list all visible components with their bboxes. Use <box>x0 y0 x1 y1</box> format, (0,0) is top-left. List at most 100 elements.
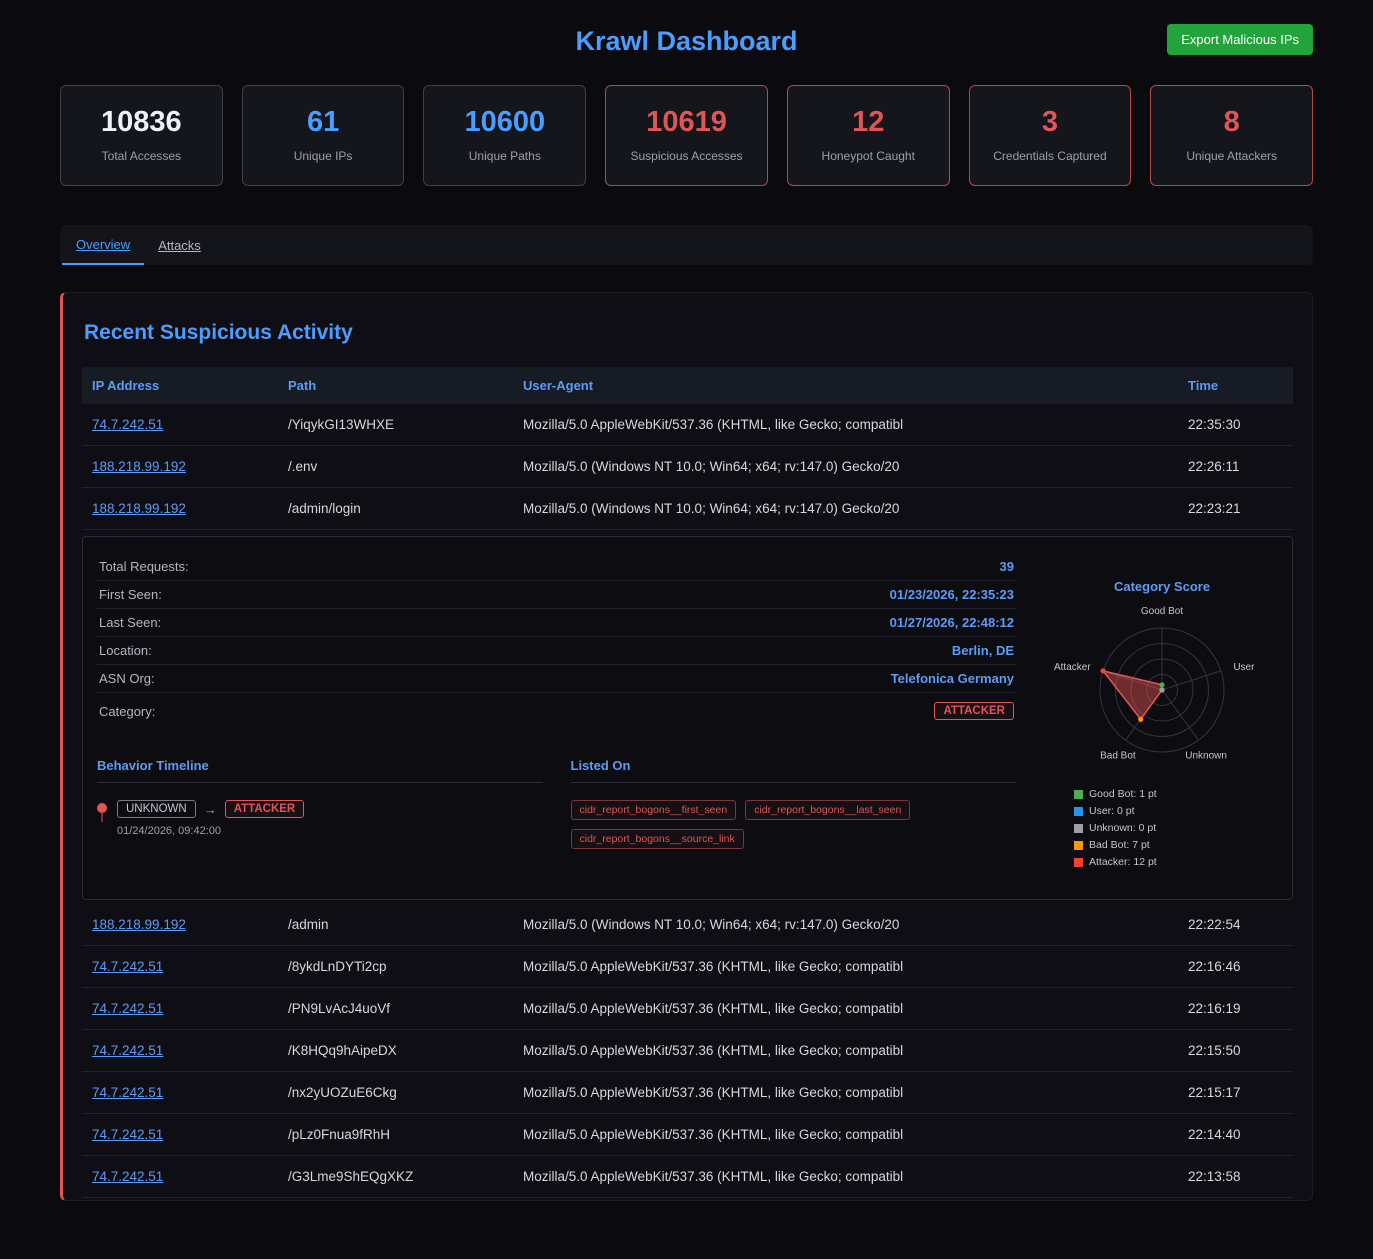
table-row[interactable]: 74.7.242.51/YiqykGI13WHXEMozilla/5.0 App… <box>82 404 1293 446</box>
legend-item: Unknown: 0 pt <box>1074 822 1278 834</box>
stat-value: 3 <box>976 106 1125 139</box>
ip-address-link[interactable]: 188.218.99.192 <box>92 459 186 474</box>
stat-label: Suspicious Accesses <box>612 149 761 163</box>
tab-attacks[interactable]: Attacks <box>144 225 215 265</box>
detail-field-label: Total Requests: <box>99 559 189 574</box>
ip-address-link[interactable]: 188.218.99.192 <box>92 501 186 516</box>
user-agent-cell: Mozilla/5.0 AppleWebKit/537.36 (KHTML, l… <box>513 946 1178 987</box>
detail-field-last-seen: Last Seen:01/27/2026, 22:48:12 <box>97 609 1016 637</box>
stat-label: Credentials Captured <box>976 149 1125 163</box>
time-cell: 22:13:58 <box>1178 1156 1293 1197</box>
user-agent-cell: Mozilla/5.0 AppleWebKit/537.36 (KHTML, l… <box>513 988 1178 1029</box>
detail-field-value: Berlin, DE <box>952 643 1014 658</box>
table-row[interactable]: 188.218.99.192/admin/loginMozilla/5.0 (W… <box>82 488 1293 530</box>
header: Krawl Dashboard Export Malicious IPs <box>60 0 1313 63</box>
column-header-ip-address: IP Address <box>82 367 278 404</box>
ip-detail-info: Total Requests: 39 First Seen: 01/23/2026, … <box>97 553 1016 873</box>
radar-axis-label-attacker: Attacker <box>1054 662 1091 673</box>
radar-axis-label-bad-bot: Bad Bot <box>1100 751 1136 762</box>
table-rows-before-detail: 74.7.242.51/YiqykGI13WHXEMozilla/5.0 App… <box>82 404 1293 530</box>
behavior-timeline-title: Behavior Timeline <box>97 758 543 783</box>
table-row[interactable]: 74.7.242.51/8ykdLnDYTi2cpMozilla/5.0 App… <box>82 946 1293 988</box>
detail-field-value: 01/23/2026, 22:35:23 <box>890 587 1014 602</box>
path-cell: /admin/login <box>278 488 513 529</box>
time-cell: 22:23:21 <box>1178 488 1293 529</box>
table-row[interactable]: 74.7.242.51/G3Lme9ShEQgXKZMozilla/5.0 Ap… <box>82 1156 1293 1198</box>
time-cell: 22:22:54 <box>1178 904 1293 945</box>
good-bot-legend-swatch <box>1074 790 1083 799</box>
ip-address-link[interactable]: 74.7.242.51 <box>92 1085 163 1100</box>
ip-address-link[interactable]: 74.7.242.51 <box>92 1169 163 1184</box>
stat-value: 10600 <box>430 106 579 139</box>
path-cell: /YiqykGI13WHXE <box>278 404 513 445</box>
user-agent-cell: Mozilla/5.0 AppleWebKit/537.36 (KHTML, l… <box>513 404 1178 445</box>
table-row[interactable]: 74.7.242.51/pLz0Fnua9fRhHMozilla/5.0 App… <box>82 1114 1293 1156</box>
detail-columns: Behavior Timeline UNKNOWN → ATTACKER <box>97 758 1016 849</box>
page-title: Krawl Dashboard <box>60 26 1313 57</box>
radar-point-unknown <box>1159 687 1164 692</box>
table-row[interactable]: 188.218.99.192/.envMozilla/5.0 (Windows … <box>82 446 1293 488</box>
table-row[interactable]: 74.7.242.51/K8HQq9hAipeDXMozilla/5.0 App… <box>82 1030 1293 1072</box>
stat-label: Unique IPs <box>249 149 398 163</box>
radar-axis-label-unknown: Unknown <box>1185 751 1227 762</box>
stat-card-unique-paths: 10600Unique Paths <box>423 85 586 186</box>
ip-address-link[interactable]: 74.7.242.51 <box>92 1043 163 1058</box>
user-agent-cell: Mozilla/5.0 AppleWebKit/537.36 (KHTML, l… <box>513 1030 1178 1071</box>
ip-cell: 188.218.99.192 <box>82 446 278 487</box>
time-cell: 22:16:46 <box>1178 946 1293 987</box>
table-row[interactable]: 74.7.242.51/nx2yUOZuE6CkgMozilla/5.0 App… <box>82 1072 1293 1114</box>
listed-on-badge[interactable]: cidr_report_bogons__source_link <box>571 829 744 849</box>
detail-field-asn-org: ASN Org:Telefonica Germany <box>97 665 1016 693</box>
time-cell: 22:14:40 <box>1178 1114 1293 1155</box>
listed-on-badge[interactable]: cidr_report_bogons__first_seen <box>571 800 737 820</box>
detail-field-location: Location: Berlin, DE <box>97 637 1016 665</box>
user-agent-cell: Mozilla/5.0 AppleWebKit/537.36 (KHTML, l… <box>513 1072 1178 1113</box>
table-row[interactable]: 74.7.242.51/PN9LvAcJ4uoVfMozilla/5.0 App… <box>82 988 1293 1030</box>
ip-address-link[interactable]: 74.7.242.51 <box>92 1127 163 1142</box>
detail-field-category: Category: ATTACKER <box>97 693 1016 726</box>
tab-overview[interactable]: Overview <box>62 225 144 265</box>
timeline-from-badge: UNKNOWN <box>117 800 196 818</box>
tabs-bar: OverviewAttacks <box>60 225 1313 265</box>
ip-address-link[interactable]: 74.7.242.51 <box>92 959 163 974</box>
radar-point-bad-bot <box>1138 717 1143 722</box>
detail-field-label: First Seen: <box>99 587 162 602</box>
user-agent-cell: Mozilla/5.0 AppleWebKit/537.36 (KHTML, l… <box>513 1114 1178 1155</box>
detail-field-label: ASN Org: <box>99 671 155 686</box>
radar-data-polygon <box>1103 671 1162 719</box>
radar-axis-label-user: User <box>1233 662 1255 673</box>
stat-card-unique-attackers: 8Unique Attackers <box>1150 85 1313 186</box>
ip-address-link[interactable]: 74.7.242.51 <box>92 1001 163 1016</box>
detail-field-label: Location: <box>99 643 152 658</box>
path-cell: /nx2yUOZuE6Ckg <box>278 1072 513 1113</box>
detail-fields: Total Requests: 39 First Seen: 01/23/2026, … <box>97 553 1016 693</box>
ip-address-link[interactable]: 188.218.99.192 <box>92 917 186 932</box>
ip-address-link[interactable]: 74.7.242.51 <box>92 417 163 432</box>
timeline-item: UNKNOWN → ATTACKER 01/24/2026, 09:42:00 <box>97 800 543 837</box>
category-score-section: Category Score Good BotUserUnknownBad Bo… <box>1046 553 1278 873</box>
radar-point-good-bot <box>1159 682 1164 687</box>
time-cell: 22:26:11 <box>1178 446 1293 487</box>
section-title: Recent Suspicious Activity <box>84 321 1291 345</box>
stat-value: 12 <box>794 106 943 139</box>
timeline-content: UNKNOWN → ATTACKER 01/24/2026, 09:42:00 <box>117 800 304 837</box>
user-agent-cell: Mozilla/5.0 (Windows NT 10.0; Win64; x64… <box>513 488 1178 529</box>
chart-title: Category Score <box>1046 579 1278 594</box>
stat-label: Unique Attackers <box>1157 149 1306 163</box>
stat-value: 10619 <box>612 106 761 139</box>
timeline-timestamp: 01/24/2026, 09:42:00 <box>117 825 304 837</box>
legend-item: User: 0 pt <box>1074 805 1278 817</box>
column-header-path: Path <box>278 367 513 404</box>
category-badge: ATTACKER <box>934 702 1014 720</box>
ip-cell: 74.7.242.51 <box>82 1072 278 1113</box>
export-malicious-ips-button[interactable]: Export Malicious IPs <box>1167 24 1313 55</box>
ip-cell: 74.7.242.51 <box>82 1030 278 1071</box>
detail-field-first-seen: First Seen: 01/23/2026, 22:35:23 <box>97 581 1016 609</box>
stat-label: Honeypot Caught <box>794 149 943 163</box>
stat-card-unique-ips: 61Unique IPs <box>242 85 405 186</box>
table-row[interactable]: 188.218.99.192/adminMozilla/5.0 (Windows… <box>82 904 1293 946</box>
bad-bot-legend-swatch <box>1074 841 1083 850</box>
detail-field-value: 39 <box>1000 559 1014 574</box>
listed-on-badge[interactable]: cidr_report_bogons__last_seen <box>745 800 910 820</box>
legend-label: Good Bot: 1 pt <box>1089 788 1157 800</box>
